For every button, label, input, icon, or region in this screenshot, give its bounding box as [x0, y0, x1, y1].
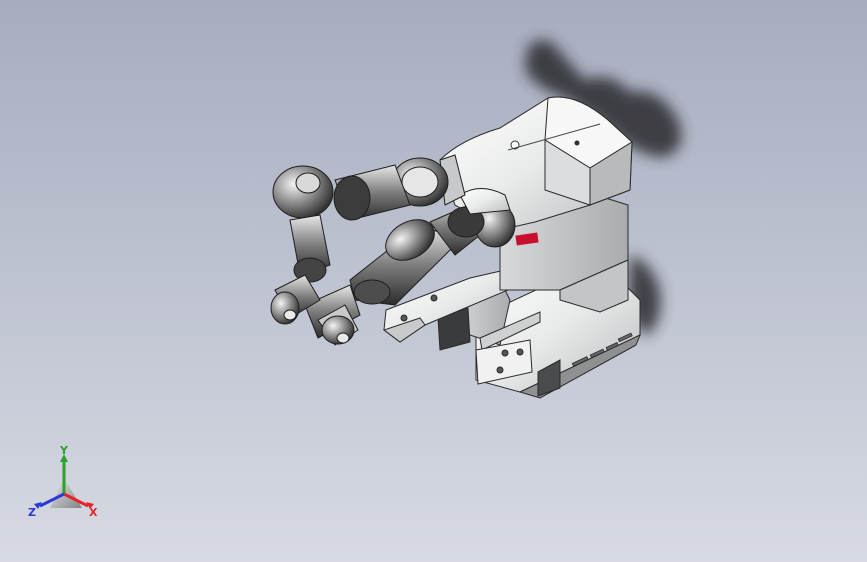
triad-pyramid — [50, 478, 82, 508]
graphics-viewport[interactable]: Y X Z — [0, 0, 867, 562]
axis-triad: Y X Z — [28, 446, 98, 519]
dual-arm-robot-model[interactable] — [0, 0, 867, 562]
z-axis-label: Z — [28, 506, 36, 519]
y-axis-label: Y — [59, 446, 69, 457]
x-axis-label: X — [89, 506, 98, 519]
